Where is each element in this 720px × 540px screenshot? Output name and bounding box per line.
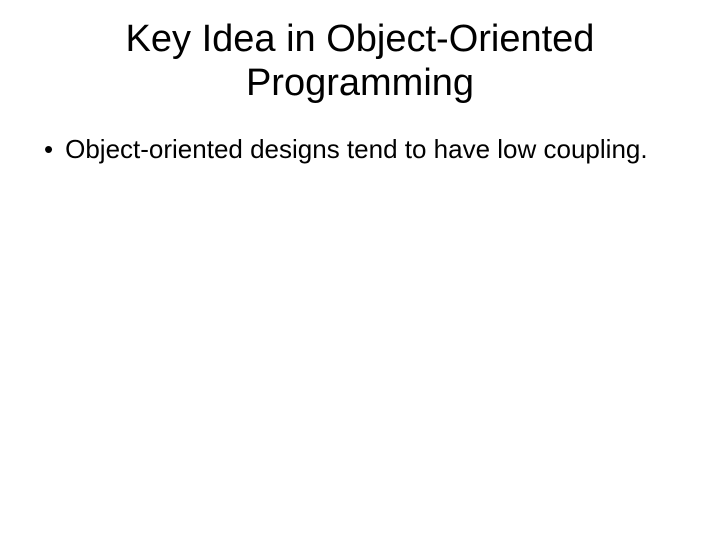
bullet-marker-icon: • <box>44 133 53 166</box>
slide: Key Idea in Object-Oriented Programming … <box>0 0 720 540</box>
bullet-item: • Object-oriented designs tend to have l… <box>44 133 680 166</box>
slide-title: Key Idea in Object-Oriented Programming <box>40 18 680 105</box>
slide-content: • Object-oriented designs tend to have l… <box>40 133 680 166</box>
bullet-text: Object-oriented designs tend to have low… <box>65 133 680 166</box>
